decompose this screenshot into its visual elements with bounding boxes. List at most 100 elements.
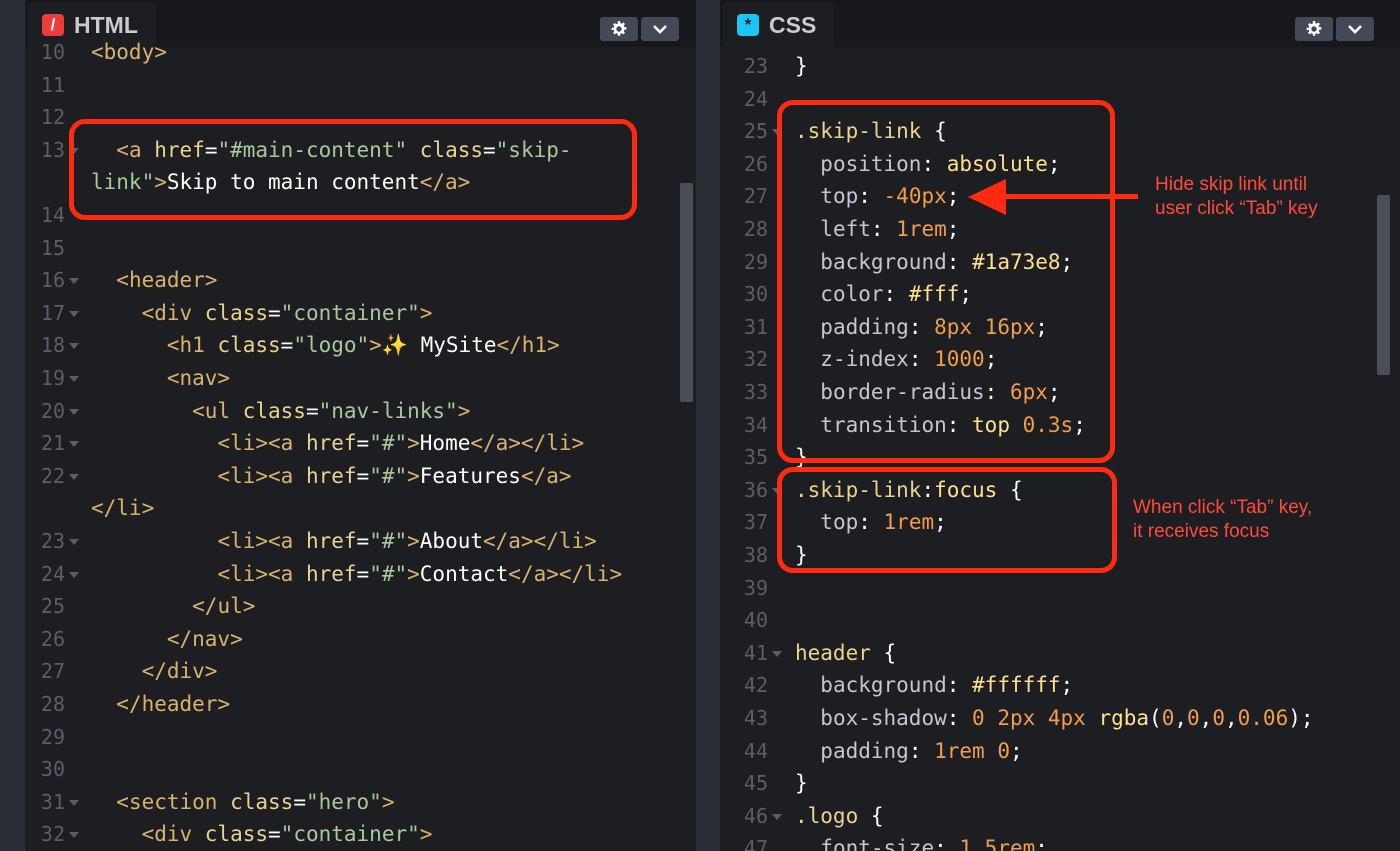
annotation-arrow-line <box>1000 194 1138 199</box>
code-line[interactable]: 19 <nav> <box>25 362 696 394</box>
code-line[interactable]: 20 <ul class="nav-links"> <box>25 395 696 427</box>
code-line[interactable]: 32 <div class="container"> <box>25 818 696 850</box>
code-line[interactable]: 47 font-size: 1.5rem; <box>720 832 1400 851</box>
code-line[interactable]: 45} <box>720 767 1400 799</box>
code-token: > <box>369 333 382 358</box>
code-line[interactable]: 28 </header> <box>25 688 696 720</box>
line-number: 18 <box>40 333 65 358</box>
skip-link-html-highlight <box>69 119 637 220</box>
line-number: 10 <box>40 40 65 64</box>
line-number: 19 <box>40 366 65 390</box>
fold-toggle-icon[interactable] <box>69 441 79 448</box>
code-line[interactable]: 18 <h1 class="logo">✨ MySite</h1> <box>25 329 696 361</box>
code-line[interactable]: 40 <box>720 604 1400 636</box>
code-line[interactable]: 27 </div> <box>25 655 696 687</box>
code-line[interactable]: 10 <body> <box>25 36 696 68</box>
code-text: padding: 1rem 0; <box>795 735 1022 767</box>
fold-toggle-icon[interactable] <box>69 539 79 545</box>
code-line[interactable]: 24 <li><a href="#">Contact</a></li> <box>25 558 696 590</box>
fold-toggle-icon[interactable] <box>772 813 782 820</box>
code-line[interactable]: 11 <box>25 69 696 101</box>
fold-toggle-icon[interactable] <box>69 799 79 806</box>
code-line[interactable]: 29 <box>25 721 696 753</box>
code-line[interactable]: 41 header { <box>720 637 1400 669</box>
code-line[interactable]: 46 .logo { <box>720 800 1400 832</box>
fold-toggle-icon[interactable] <box>69 408 79 415</box>
code-line[interactable]: 17 <div class="container"> <box>25 297 696 329</box>
code-line[interactable]: 25 </ul> <box>25 590 696 622</box>
code-line[interactable]: </li> <box>25 492 696 524</box>
code-token: background <box>820 673 947 698</box>
line-number: 40 <box>743 608 768 633</box>
code-token: <li><a <box>217 463 306 488</box>
code-text: </nav> <box>91 623 243 655</box>
code-token: "#" <box>369 463 408 488</box>
fold-toggle-icon[interactable] <box>69 310 79 317</box>
code-line[interactable]: 16 <header> <box>25 264 696 296</box>
fold-toggle-icon[interactable] <box>69 832 79 839</box>
code-token: class <box>217 333 281 358</box>
css-collapse-button[interactable] <box>1336 17 1374 41</box>
code-line[interactable]: 42 background: #ffffff; <box>720 669 1400 701</box>
css-scrollbar[interactable] <box>1377 195 1390 375</box>
code-token: href <box>305 561 357 586</box>
code-token: { <box>870 640 897 665</box>
code-token: <div <box>141 300 205 325</box>
code-token: padding <box>820 738 909 763</box>
code-token: header <box>795 640 871 665</box>
code-text: header { <box>795 637 896 669</box>
code-token: "#" <box>369 561 408 586</box>
code-token: 0 2px 4px <box>972 706 1099 730</box>
fold-toggle-icon[interactable] <box>772 650 782 657</box>
code-line[interactable]: 23 <li><a href="#">About</a></li> <box>25 525 696 557</box>
code-line[interactable]: 31 <section class="hero"> <box>25 786 696 818</box>
code-line[interactable]: 26 </nav> <box>25 623 696 655</box>
line-number: 32 <box>743 347 768 372</box>
code-token: </a></li> <box>483 529 597 553</box>
code-line[interactable]: 43 box-shadow: 0 2px 4px rgba(0,0,0,0.06… <box>720 702 1400 734</box>
line-number: 25 <box>40 594 65 619</box>
code-token: : <box>908 738 935 763</box>
code-token: <div <box>141 822 205 847</box>
skip-link-css-highlight <box>777 100 1115 463</box>
code-token: </header> <box>116 692 231 716</box>
line-number: 30 <box>743 282 768 307</box>
fold-toggle-icon[interactable] <box>69 278 79 285</box>
code-line[interactable]: 23} <box>720 50 1400 82</box>
annotation-focus-line2: it receives focus <box>1133 521 1270 542</box>
css-tab[interactable]: * CSS <box>723 3 835 47</box>
line-number: 16 <box>40 268 65 293</box>
line-number: 42 <box>743 673 768 698</box>
code-line[interactable]: 39 <box>720 572 1400 604</box>
code-line[interactable]: 15 <box>25 232 696 264</box>
panel-resizer[interactable] <box>696 0 720 851</box>
fold-toggle-icon[interactable] <box>69 473 79 480</box>
code-line[interactable]: 30 <box>25 753 696 785</box>
html-scrollbar[interactable] <box>680 183 693 402</box>
fold-toggle-icon[interactable] <box>69 376 79 382</box>
code-token: <li><a <box>217 561 306 586</box>
code-token: > <box>407 529 420 553</box>
code-token: href <box>305 431 357 456</box>
code-line[interactable]: 21 <li><a href="#">Home</a></li> <box>25 427 696 459</box>
code-token: = <box>356 529 370 553</box>
code-line[interactable]: 44 padding: 1rem 0; <box>720 735 1400 767</box>
code-text: <li><a href="#">Home</a></li> <box>91 427 584 459</box>
code-token: ); <box>1288 706 1314 730</box>
fold-toggle-icon[interactable] <box>69 571 79 578</box>
code-line[interactable]: 22 <li><a href="#">Features</a> <box>25 460 696 492</box>
code-token: > <box>407 463 420 488</box>
fold-toggle-icon[interactable] <box>69 343 79 350</box>
code-token: > <box>457 398 471 423</box>
css-settings-button[interactable] <box>1295 17 1333 41</box>
css-tab-label: CSS <box>769 11 817 38</box>
line-number: 29 <box>743 249 768 274</box>
